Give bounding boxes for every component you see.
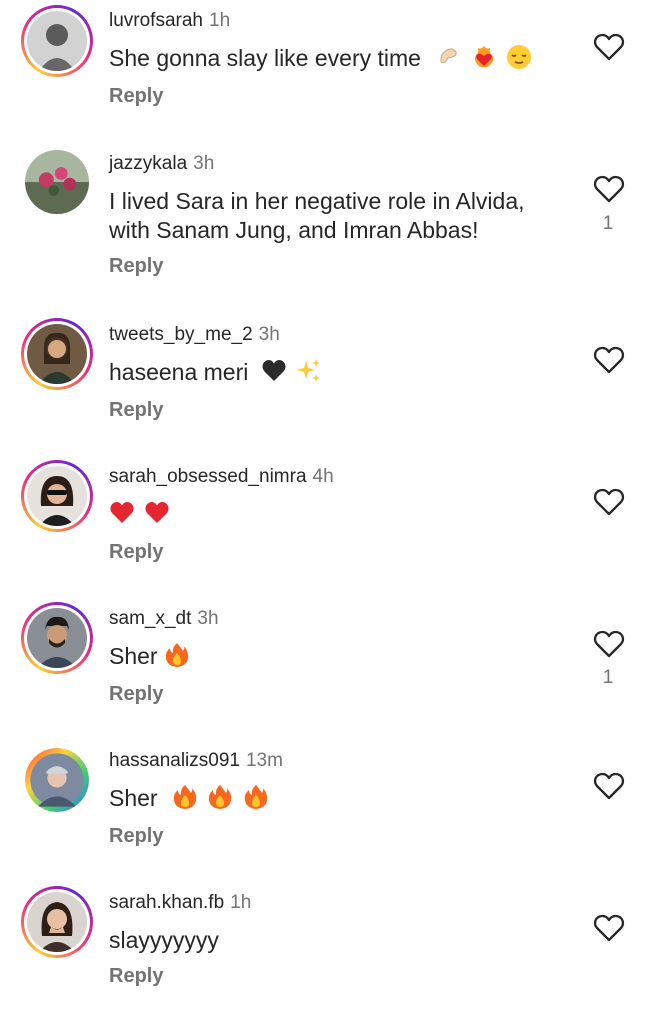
red-heart-emoji xyxy=(109,500,135,526)
username[interactable]: sarah_obsessed_nimra xyxy=(109,466,307,487)
heart-on-fire-emoji xyxy=(471,44,497,70)
avatar[interactable] xyxy=(27,892,87,952)
avatar[interactable] xyxy=(27,11,87,71)
reply-button[interactable]: Reply xyxy=(109,254,163,278)
like-count: 1 xyxy=(602,667,614,688)
comment-text xyxy=(109,500,559,529)
relieved-face-emoji xyxy=(506,44,532,70)
comment-body: I lived Sara in her negative role in Alv… xyxy=(109,188,525,243)
comment-meta: jazzykala 3h xyxy=(109,152,214,176)
comment-meta: luvrofsarah 1h xyxy=(109,9,230,33)
comment-meta: tweets_by_me_2 3h xyxy=(109,323,280,347)
fire-emoji xyxy=(243,784,269,810)
avatar[interactable] xyxy=(25,150,89,214)
comment-body: Sher xyxy=(109,643,158,669)
avatar[interactable] xyxy=(27,324,87,384)
comment-text: I lived Sara in her negative role in Alv… xyxy=(109,187,559,245)
username[interactable]: luvrofsarah xyxy=(109,10,203,31)
comment-body: Sher xyxy=(109,785,158,811)
comment-item: luvrofsarah 1h She gonna slay like every … xyxy=(0,0,655,142)
comment-body: slayyyyyyy xyxy=(109,927,219,953)
story-ring[interactable] xyxy=(21,318,93,390)
timestamp: 4h xyxy=(312,466,334,487)
heart-outline-icon[interactable] xyxy=(593,32,625,62)
comment-text: haseena meri xyxy=(109,358,559,387)
avatar-wrapper[interactable] xyxy=(25,748,89,812)
comment-text: Sher xyxy=(109,784,559,813)
story-ring[interactable] xyxy=(21,460,93,532)
story-ring[interactable] xyxy=(21,886,93,958)
comment-item: jazzykala 3h I lived Sara in her negative… xyxy=(0,142,655,284)
username[interactable]: hassanalizs091 xyxy=(109,750,240,771)
avatar[interactable] xyxy=(25,748,89,812)
username[interactable]: jazzykala xyxy=(109,153,187,174)
heart-outline-icon[interactable] xyxy=(593,771,625,801)
username[interactable]: sarah.khan.fb xyxy=(109,892,224,913)
comment-body: She gonna slay like every time xyxy=(109,45,421,71)
fire-emoji xyxy=(172,784,198,810)
story-ring[interactable] xyxy=(21,5,93,77)
red-heart-emoji xyxy=(144,500,170,526)
heart-outline-icon[interactable] xyxy=(593,487,625,517)
comment-item: hassanalizs091 13m Sher Reply xyxy=(0,740,655,882)
timestamp: 13m xyxy=(245,750,283,771)
comment-text: She gonna slay like every time xyxy=(109,44,559,73)
heart-outline-icon[interactable] xyxy=(593,913,625,943)
pinching-hand-emoji xyxy=(435,44,461,70)
timestamp: 3h xyxy=(197,608,219,629)
comment-item: sam_x_dt 3h Sher Reply 1 xyxy=(0,598,655,740)
reply-button[interactable]: Reply xyxy=(109,84,163,108)
heart-outline-icon[interactable] xyxy=(593,174,625,204)
heart-outline-icon[interactable] xyxy=(593,629,625,659)
avatar[interactable] xyxy=(27,466,87,526)
timestamp: 1h xyxy=(209,10,231,31)
reply-button[interactable]: Reply xyxy=(109,682,163,706)
comment-item: tweets_by_me_2 3h haseena meri Reply xyxy=(0,314,655,456)
timestamp: 3h xyxy=(193,153,215,174)
avatar[interactable] xyxy=(27,608,87,668)
reply-button[interactable]: Reply xyxy=(109,540,163,564)
sparkles-emoji xyxy=(296,358,322,384)
timestamp: 3h xyxy=(258,324,280,345)
black-heart-emoji xyxy=(261,358,287,384)
comment-meta: sarah_obsessed_nimra 4h xyxy=(109,465,334,489)
comment-meta: sam_x_dt 3h xyxy=(109,607,219,631)
reply-button[interactable]: Reply xyxy=(109,824,163,848)
comment-meta: sarah.khan.fb 1h xyxy=(109,891,251,915)
comment-text: Sher xyxy=(109,642,559,671)
fire-emoji xyxy=(207,784,233,810)
avatar-wrapper[interactable] xyxy=(25,150,89,214)
heart-outline-icon[interactable] xyxy=(593,345,625,375)
fire-emoji xyxy=(164,642,190,668)
username[interactable]: tweets_by_me_2 xyxy=(109,324,253,345)
comment-item: sarah.khan.fb 1h slayyyyyyy Reply xyxy=(0,882,655,1024)
reply-button[interactable]: Reply xyxy=(109,964,163,988)
reply-button[interactable]: Reply xyxy=(109,398,163,422)
story-ring[interactable] xyxy=(21,602,93,674)
like-count: 1 xyxy=(602,213,614,234)
comment-item: sarah_obsessed_nimra 4h Reply xyxy=(0,456,655,598)
username[interactable]: sam_x_dt xyxy=(109,608,191,629)
comment-meta: hassanalizs091 13m xyxy=(109,749,283,773)
comment-text: slayyyyyyy xyxy=(109,926,559,955)
comment-body: haseena meri xyxy=(109,359,249,385)
timestamp: 1h xyxy=(230,892,252,913)
